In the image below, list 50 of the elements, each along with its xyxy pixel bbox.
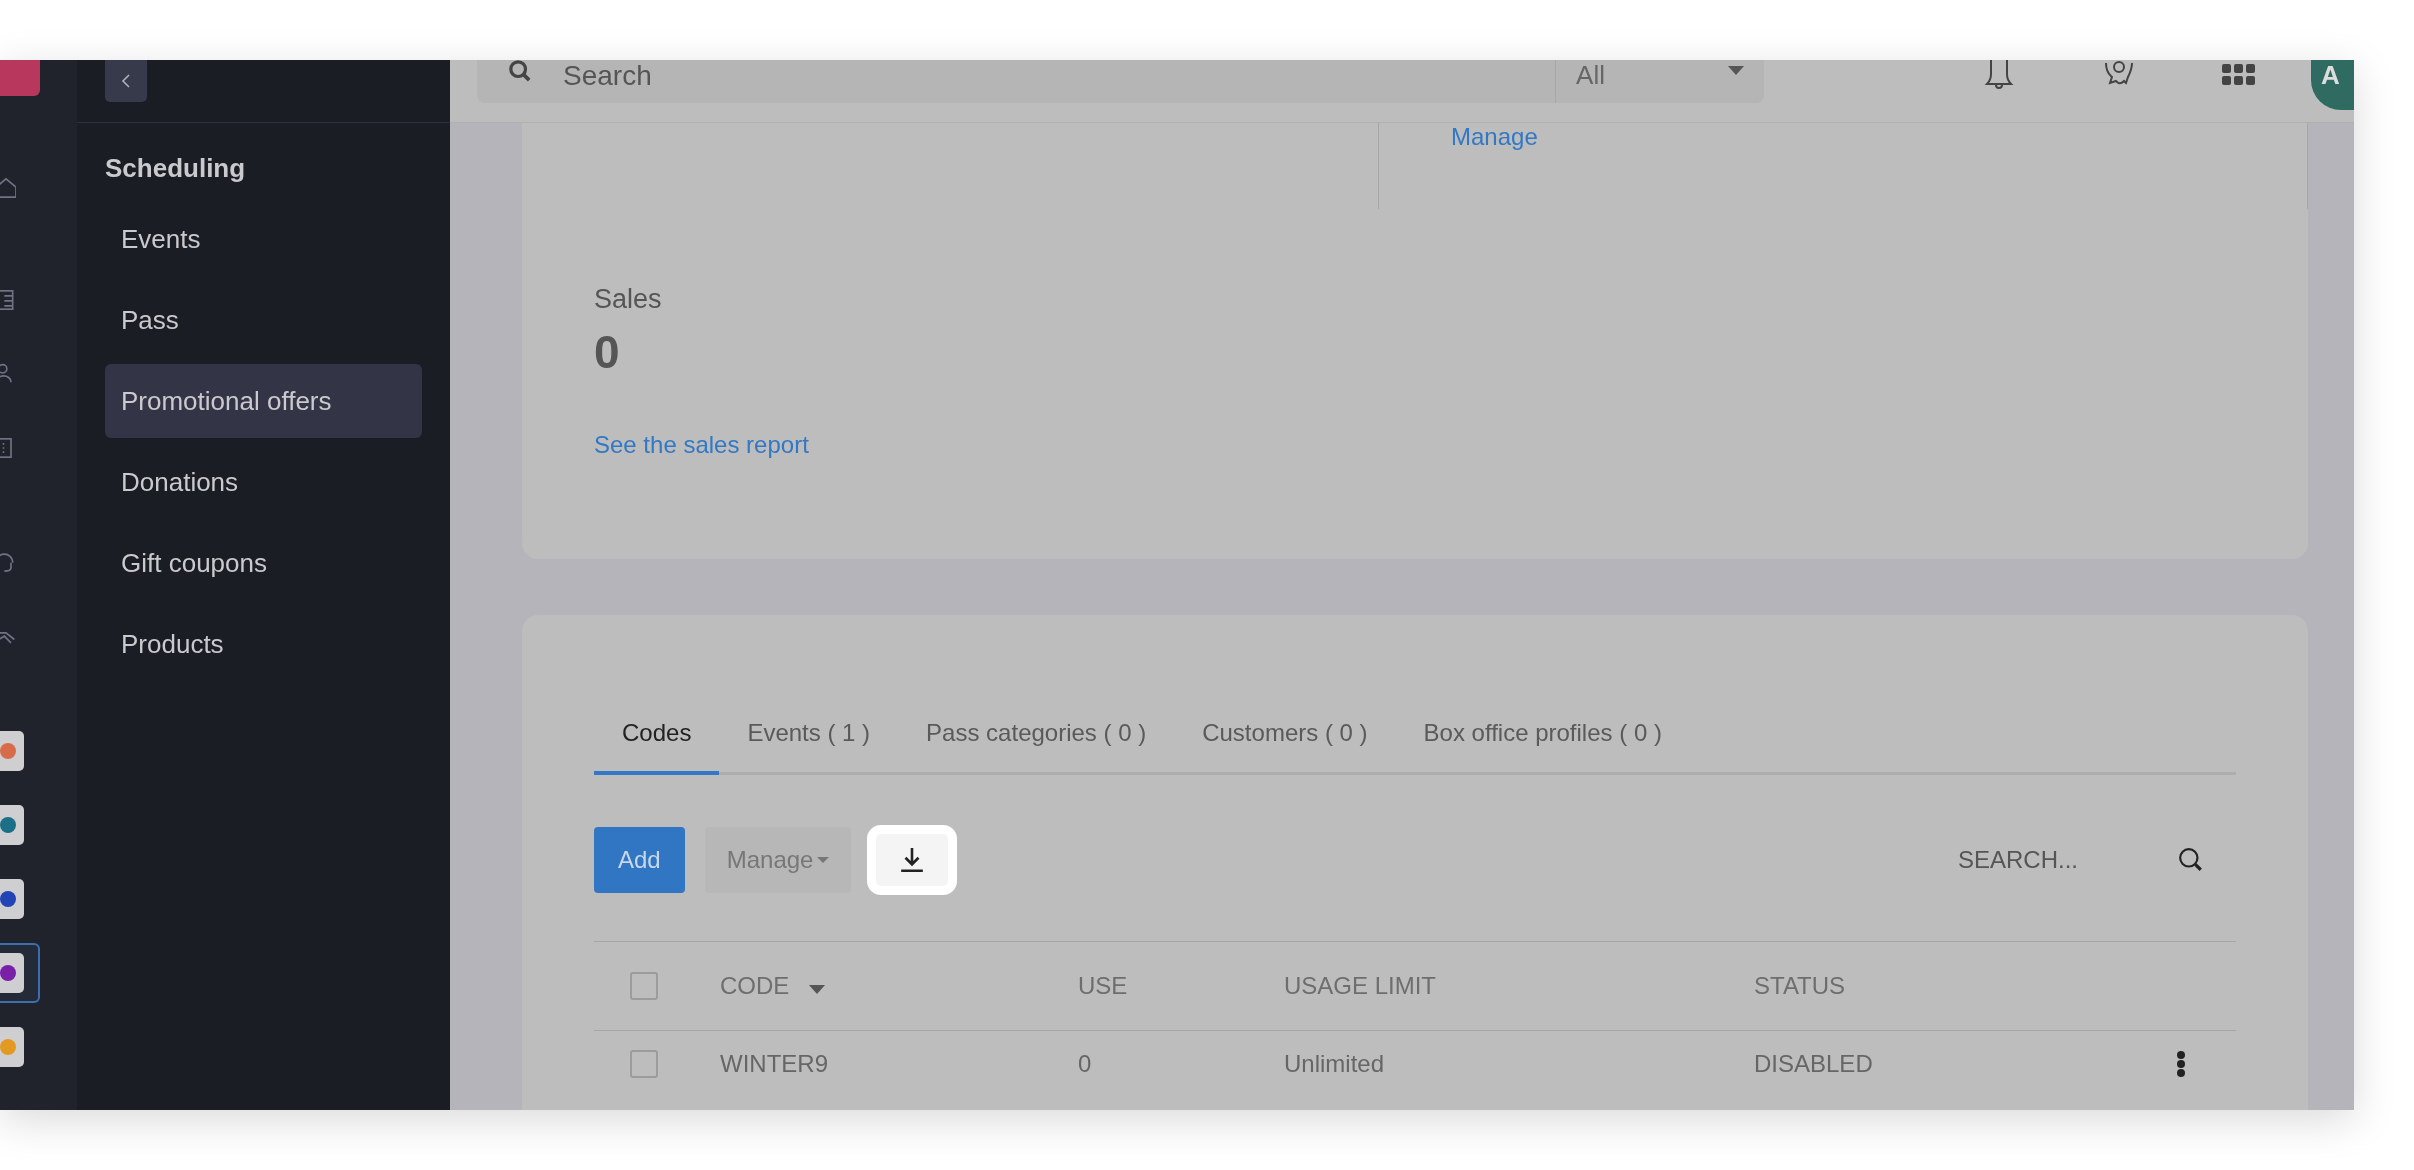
search-icon bbox=[507, 60, 533, 82]
table-cell-text: Unlimited bbox=[1284, 1050, 1386, 1078]
sort-caret-icon[interactable] bbox=[809, 984, 826, 994]
column-header[interactable]: USAGE LIMIT bbox=[1284, 972, 1437, 1000]
sales-value: 0 bbox=[594, 325, 621, 379]
tab[interactable]: Box office profiles ( 0 ) bbox=[1395, 705, 1690, 775]
tab[interactable]: Codes bbox=[594, 705, 720, 775]
sidebar-item[interactable]: Products bbox=[105, 607, 422, 681]
tab[interactable]: Events ( 1 ) bbox=[719, 705, 899, 775]
app-tile[interactable] bbox=[0, 943, 40, 1003]
table-search-field[interactable]: SEARCH... bbox=[1957, 846, 2204, 874]
sidebar-item[interactable]: Events bbox=[105, 202, 422, 276]
caret-icon bbox=[1728, 66, 1744, 75]
scope-dropdown[interactable]: All bbox=[1555, 60, 1764, 103]
column-header[interactable]: STATUS bbox=[1754, 972, 1846, 1000]
tab[interactable]: Customers ( 0 ) bbox=[1174, 705, 1396, 775]
avatar[interactable]: A bbox=[2311, 60, 2354, 110]
column-header[interactable]: USE bbox=[1078, 972, 1128, 1000]
sales-report-link[interactable]: See the sales report bbox=[594, 431, 809, 459]
download-button[interactable] bbox=[867, 825, 958, 895]
grid-icon[interactable] bbox=[0, 287, 16, 313]
app-logo-icon bbox=[0, 963, 18, 983]
caret-icon bbox=[817, 857, 830, 863]
search-field[interactable]: Search bbox=[477, 60, 1556, 103]
app-logo-icon bbox=[0, 889, 18, 909]
app-logo-icon bbox=[0, 741, 18, 761]
app-logo-icon bbox=[0, 1037, 18, 1057]
table-cell-text: DISABLED bbox=[1754, 1050, 1874, 1078]
table-cell-text: WINTER9 bbox=[720, 1050, 829, 1078]
home-icon[interactable] bbox=[0, 175, 16, 201]
download-icon bbox=[899, 847, 926, 873]
column-header[interactable]: CODE bbox=[720, 972, 790, 1000]
sidebar-item[interactable]: Promotional offers bbox=[105, 364, 422, 438]
select-all-checkbox[interactable] bbox=[630, 972, 658, 1000]
sales-label: Sales bbox=[594, 284, 663, 315]
bell-icon[interactable] bbox=[1982, 60, 2016, 90]
sidebar-item[interactable]: Donations bbox=[105, 445, 422, 519]
sidebar-item[interactable]: Gift coupons bbox=[105, 526, 422, 600]
table-cell-text: 0 bbox=[1078, 1050, 1093, 1078]
section-title: Scheduling bbox=[105, 153, 247, 184]
more-options-icon[interactable] bbox=[2176, 1051, 2186, 1077]
tab[interactable]: Pass categories ( 0 ) bbox=[898, 705, 1175, 775]
add-button[interactable]: Add bbox=[594, 827, 685, 893]
search-icon[interactable] bbox=[2178, 847, 2204, 873]
sidebar-item[interactable]: Pass bbox=[105, 283, 422, 357]
manage-link[interactable]: Manage bbox=[1451, 123, 1538, 150]
chevron-left-icon bbox=[120, 73, 132, 89]
app-logo-icon bbox=[0, 815, 18, 835]
manage-button[interactable]: Manage bbox=[704, 827, 852, 893]
row-checkbox[interactable] bbox=[630, 1050, 658, 1078]
